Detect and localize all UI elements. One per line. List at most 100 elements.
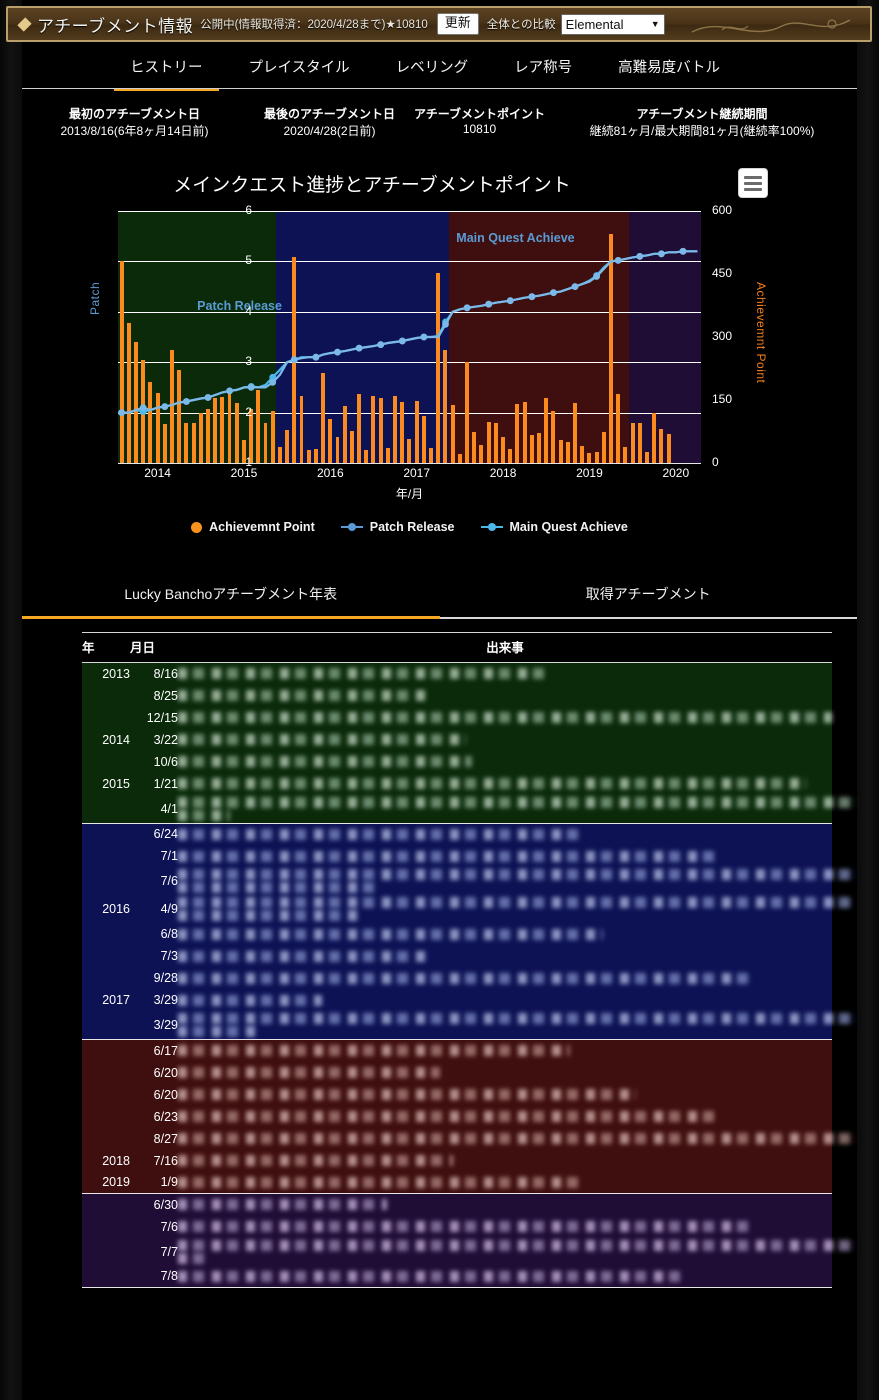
table-row: 7/8: [82, 1265, 832, 1288]
nav-tab-4[interactable]: 高難易度バトル: [618, 46, 720, 88]
stat-label: アチーブメント継続期間: [636, 107, 768, 121]
cell-event: [178, 750, 832, 773]
cell-event: [178, 1149, 832, 1172]
y-tick-right: 300: [712, 329, 733, 343]
stat-value-1: 2020/4/28(2日前): [247, 122, 412, 139]
redacted-event-text: [178, 778, 806, 789]
redacted-event-text: [178, 910, 362, 921]
stat-label: アチーブメントポイント: [413, 107, 546, 121]
stat-value: 2013/8/16(6年8ヶ月14日前): [60, 124, 209, 138]
timeline-tab-1[interactable]: 取得アチーブメント: [439, 578, 858, 619]
cell-event: [178, 1193, 832, 1216]
main-nav: ヒストリー プレイスタイル レベリング レア称号 高難易度バトル: [22, 46, 857, 91]
stat-header-2: アチーブメントポイント: [412, 105, 547, 122]
stat-value: 継続81ヶ月/最大期間81ヶ月(継続率100%): [589, 124, 815, 138]
y-tick-left: 4: [245, 303, 252, 318]
patch-release-line-point: [463, 304, 471, 312]
timeline-tab-label: Lucky Banchoアチーブメント年表: [124, 586, 338, 602]
redacted-event-text: [178, 1252, 211, 1264]
cell-event: [178, 1039, 832, 1062]
table-row: 2017 3/29: [82, 989, 832, 1011]
x-tick: 2019: [576, 466, 603, 480]
nav-tab-0[interactable]: ヒストリー: [114, 46, 218, 91]
table-row: 6/8: [82, 923, 832, 945]
table-row: 2018 7/16: [82, 1149, 832, 1172]
cell-event: [178, 794, 859, 823]
timeline-tab-0[interactable]: Lucky Banchoアチーブメント年表: [22, 578, 440, 619]
table-row: 6/17: [82, 1039, 832, 1062]
cell-event: [178, 895, 852, 923]
table-row: 7/6: [82, 1215, 832, 1238]
table-row: 2019 1/9: [82, 1171, 832, 1194]
legend-label: Patch Release: [369, 520, 455, 534]
hamburger-menu-icon[interactable]: [738, 168, 768, 198]
patch-release-line-point: [571, 283, 579, 290]
cell-year: [82, 1127, 130, 1150]
table-row: 7/6: [82, 867, 859, 895]
stat-value: 2020/4/28(2日前): [283, 124, 376, 138]
table-row: 6/23: [82, 1105, 832, 1128]
annotation-main-quest-achieve: Main Quest Achieve: [456, 231, 575, 245]
stat-label: 最後のアチーブメント日: [263, 107, 396, 121]
chart-y-axis-label-right: Achievemnt Point: [754, 282, 768, 384]
legend-marker-icon: [480, 523, 503, 531]
compare-label: 全体との比較: [486, 19, 556, 31]
nav-tab-label: ヒストリー: [130, 60, 203, 76]
cell-year: [82, 794, 130, 823]
stat-header-0: 最初のアチーブメント日: [22, 105, 247, 122]
patch-release-line-point: [290, 356, 298, 364]
nav-tab-1[interactable]: プレイスタイル: [249, 46, 350, 88]
y-tick-left: 2: [245, 404, 252, 419]
cell-event: [178, 867, 859, 895]
redacted-event-text: [178, 869, 859, 880]
redacted-event-text: [178, 972, 754, 984]
legend-item-0[interactable]: Achievemnt Point: [191, 520, 315, 534]
page-subtitle: 公開中(情報取得済：2020/4/28まで)★10810: [200, 19, 428, 31]
nav-tab-label: プレイスタイル: [248, 60, 350, 76]
table-row: 2014 3/22: [82, 728, 832, 751]
table-row: 6/20: [82, 1061, 832, 1084]
patch-release-line-point: [269, 379, 277, 386]
nav-tab-2[interactable]: レベリング: [396, 46, 469, 88]
main-quest-achieve-line: [121, 250, 698, 414]
patch-release-line-point: [183, 398, 190, 405]
table-row: 10/6: [82, 750, 832, 773]
cell-event: [178, 684, 832, 707]
table-row: 2016 4/9: [82, 895, 852, 923]
cell-year: [82, 706, 130, 729]
window-gutter-left: [0, 0, 22, 1400]
cell-year: [82, 923, 130, 945]
stats-value-row: 2013/8/16(6年8ヶ月14日前) 2020/4/28(2日前) 10810 継…: [22, 122, 857, 139]
redacted-event-text: [178, 928, 604, 940]
cell-year: 2013: [82, 662, 130, 685]
redacted-event-text: [178, 1155, 453, 1166]
compare-select[interactable]: Elemental ▼: [560, 13, 665, 35]
cell-date: 3/29: [130, 989, 178, 1011]
stat-value: 10810: [462, 122, 497, 136]
cell-event: [178, 1127, 859, 1150]
cell-date: 6/23: [130, 1105, 178, 1128]
cell-event: [178, 1061, 832, 1084]
x-tick: 2020: [662, 466, 690, 480]
patch-release-line-point: [528, 293, 536, 301]
cell-date: 7/6: [130, 867, 178, 895]
patch-release-line-point: [204, 394, 212, 401]
stat-value-3: 継続81ヶ月/最大期間81ヶ月(継続率100%): [547, 122, 857, 139]
stat-header-3: アチーブメント継続期間: [547, 105, 857, 122]
cell-year: 2015: [82, 772, 130, 795]
column-header-year: 年: [82, 632, 130, 663]
patch-release-line-point: [636, 253, 644, 260]
update-button[interactable]: 更新: [436, 13, 479, 35]
cell-year: [82, 967, 130, 989]
cell-date: 7/16: [130, 1149, 178, 1172]
chart-y-axis-label-left: Patch: [88, 281, 102, 315]
legend-item-1[interactable]: Patch Release: [340, 520, 455, 534]
nav-tab-3[interactable]: レア称号: [514, 46, 572, 88]
redacted-event-text: [178, 882, 375, 893]
cell-date: 6/20: [130, 1083, 178, 1106]
legend-item-2[interactable]: Main Quest Achieve: [480, 520, 628, 534]
cell-date: 3/29: [130, 1011, 178, 1040]
table-row: 8/27: [82, 1127, 859, 1150]
patch-release-line-point: [485, 300, 493, 308]
cell-event: [178, 967, 832, 989]
